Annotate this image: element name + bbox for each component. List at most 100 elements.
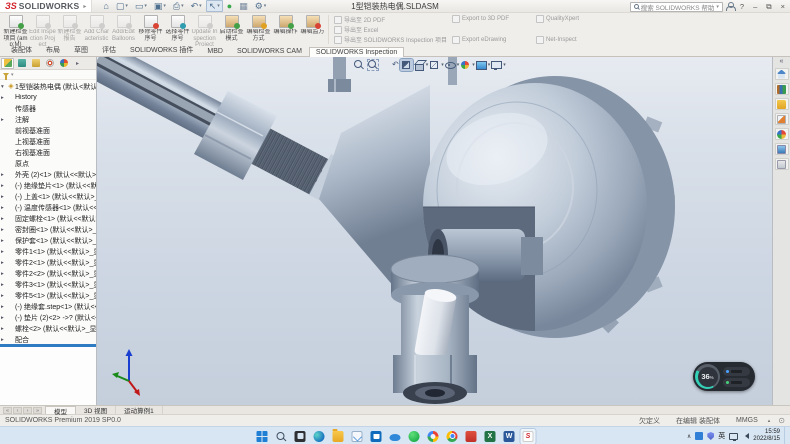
edge-icon[interactable]	[312, 429, 327, 444]
previous-view-icon[interactable]: ↶ ▾	[381, 59, 399, 71]
hidden-icons-button[interactable]: ∧	[687, 433, 691, 440]
display-style-icon[interactable]: ▾	[429, 59, 444, 71]
launch-inspection-button[interactable]: 启动检查模式	[218, 13, 245, 46]
expand-arrow-icon[interactable]: ▸	[1, 337, 7, 343]
tree-item-history[interactable]: ▸ History	[0, 92, 96, 103]
tree-item-top-plane[interactable]: ▸ 上视基准面	[0, 136, 96, 147]
expand-arrow-icon[interactable]: ▸	[1, 315, 7, 321]
graphics-area[interactable]: ▾ ▾ ↶ ▾ ▾	[97, 57, 772, 405]
tree-item-part5[interactable]: ▸ 零件5<1> (默认<<默认>_显示状态	[0, 290, 96, 301]
undo-button[interactable]: ↶▾	[188, 0, 205, 12]
tree-item-part2-1[interactable]: ▸ 零件2<1> (默认<<默认>_显示状态	[0, 257, 96, 268]
view-orientation-icon[interactable]: ▾	[414, 59, 429, 71]
tree-item-temp-sensor[interactable]: ▸ (-) 温度传感器<1> (默认<<默认>_	[0, 202, 96, 213]
update-inspection-project-button[interactable]: Update Inspection Project	[191, 13, 218, 46]
chrome-icon[interactable]	[445, 429, 460, 444]
units-caret-icon[interactable]: ▴	[768, 418, 771, 424]
scenes-icon[interactable]	[775, 143, 789, 155]
defender-shield-icon[interactable]	[707, 432, 714, 440]
store-icon[interactable]	[369, 429, 384, 444]
show-desktop-button[interactable]	[784, 427, 787, 444]
solidworks-taskbar-icon[interactable]: S	[521, 429, 536, 444]
minimize-button[interactable]: –	[750, 0, 760, 13]
tree-item-mates[interactable]: ▸ 配合	[0, 334, 96, 344]
tab-layout[interactable]: 布局	[39, 43, 67, 56]
file-properties-button[interactable]: ▦▾	[236, 0, 251, 12]
rebuild-button[interactable]: ●▾	[224, 0, 235, 12]
edit-gauge-button[interactable]: 编辑监方	[299, 13, 326, 46]
onedrive-icon[interactable]	[388, 429, 403, 444]
tree-item-bolt[interactable]: ▸ 螺栓<2> (默认<<默认>_显示状态	[0, 323, 96, 334]
expand-arrow-icon[interactable]: ▸	[1, 183, 7, 189]
tree-item-top-cover[interactable]: ▸ (-) 上盖<1> (默认<<默认>_显示状	[0, 191, 96, 202]
remove-balloon-button[interactable]: 移除零件序号	[137, 13, 164, 46]
new-inspection-report-button[interactable]: 新建检查报告	[56, 13, 83, 46]
tab-sketch[interactable]: 草图	[67, 43, 95, 56]
word-icon[interactable]: W	[502, 429, 517, 444]
recorder-widget[interactable]: 36%	[693, 362, 755, 391]
tree-item-protective-sleeve[interactable]: ▸ 保护套<1> (默认<<默认>_显示状	[0, 235, 96, 246]
browser-ring-icon[interactable]	[426, 429, 441, 444]
expand-arrow-icon[interactable]: ▸	[1, 194, 7, 200]
save-button[interactable]: ▣▾	[151, 0, 169, 12]
export-3d-pdf-button[interactable]: Export to 3D PDF	[452, 15, 530, 23]
tree-item-front-plane[interactable]: ▸ 前视基准面	[0, 125, 96, 136]
view-palette-icon[interactable]	[775, 113, 789, 125]
excel-icon[interactable]: X	[483, 429, 498, 444]
qualityxpert-button[interactable]: QualityXpert	[536, 15, 594, 23]
tree-item-right-plane[interactable]: ▸ 右视基准面	[0, 147, 96, 158]
edit-inspection-method-button[interactable]: 编辑检查方式	[245, 13, 272, 46]
expand-arrow-icon[interactable]: ▸	[1, 216, 7, 222]
model-3d-thermocouple[interactable]	[97, 57, 772, 405]
tree-item-shell[interactable]: ▸ 外壳 (2)<1> (默认<<默认>_显示状	[0, 169, 96, 180]
task-view-button[interactable]	[293, 429, 308, 444]
edit-operation-button[interactable]: 编辑操作	[272, 13, 299, 46]
scroll-last-button[interactable]: »	[33, 407, 42, 414]
restore-button[interactable]: ⧉	[763, 0, 774, 13]
zoom-fit-icon[interactable]: ▾	[353, 59, 366, 71]
view-settings-icon[interactable]: ▾	[491, 59, 506, 71]
tab-model[interactable]: 模型	[45, 406, 76, 414]
zoom-area-icon[interactable]: ▾	[367, 59, 380, 71]
input-language-indicator[interactable]: 英	[718, 431, 725, 441]
open-file-button[interactable]: ▭▾	[132, 0, 150, 12]
green-app-icon[interactable]	[407, 429, 422, 444]
new-inspection-project-button[interactable]: 新建检查项目 (amp;M)	[2, 13, 29, 46]
network-monitor-icon[interactable]	[729, 433, 738, 440]
appearances-icon[interactable]	[775, 128, 789, 140]
apply-scene-icon[interactable]: ▾	[476, 59, 491, 71]
new-file-button[interactable]: ▢▾	[113, 0, 131, 12]
tree-item-part1[interactable]: ▸ 零件1<1> (默认<<默认>_显示状态	[0, 246, 96, 257]
home-tab-icon[interactable]	[775, 68, 789, 80]
tree-item-part3[interactable]: ▸ 零件3<1> (默认<<默认>_显示状态	[0, 279, 96, 290]
tree-item-seal-ring[interactable]: ▸ 密封圈<1> (默认<<默认>_显示状	[0, 224, 96, 235]
scroll-prev-button[interactable]: ‹	[13, 407, 22, 414]
tab-3d-views[interactable]: 3D 视图	[76, 406, 116, 414]
net-inspect-button[interactable]: Net-Inspect	[536, 36, 594, 44]
tab-cam[interactable]: SOLIDWORKS CAM	[230, 46, 309, 56]
add-characteristic-button[interactable]: Add Characteristic	[83, 13, 110, 46]
search-input[interactable]: 搜索 SOLIDWORKS 帮助 ▾	[630, 2, 723, 12]
export-edrawing-button[interactable]: Export eDrawing	[452, 36, 530, 44]
clock[interactable]: 15:59 2022/8/15	[753, 429, 780, 443]
tree-item-washer[interactable]: ▸ (-) 垫片 (2)<2> ->? (默认<<默认>	[0, 312, 96, 323]
expand-arrow-icon[interactable]: ▸	[1, 205, 7, 211]
login-user-icon[interactable]	[726, 2, 734, 11]
tab-inspection[interactable]: SOLIDWORKS Inspection	[309, 47, 404, 57]
tab-mbd[interactable]: MBD	[200, 46, 230, 56]
logo-flyout-arrow-icon[interactable]: ▸	[83, 3, 86, 10]
tree-item-part2-2[interactable]: ▸ 零件2<2> (默认<<默认>_显示状态	[0, 268, 96, 279]
design-library-icon[interactable]	[775, 83, 789, 95]
print-button[interactable]: ⎙▾	[170, 0, 187, 12]
tree-filter[interactable]: ▾	[0, 70, 96, 80]
expand-arrow-icon[interactable]: ▸	[1, 282, 7, 288]
recorder-row-1[interactable]	[723, 367, 750, 376]
tree-item-origin[interactable]: ▸ 原点	[0, 158, 96, 169]
status-gear-icon[interactable]: ⊙	[778, 416, 785, 425]
section-view-icon[interactable]: ▾	[400, 59, 413, 71]
select-balloon-button[interactable]: 选择零件序号	[164, 13, 191, 46]
tab-assembly[interactable]: 装配体	[4, 43, 39, 56]
tab-addins[interactable]: SOLIDWORKS 插件	[123, 43, 200, 56]
red-app-icon[interactable]	[464, 429, 479, 444]
custom-properties-icon[interactable]	[775, 158, 789, 170]
